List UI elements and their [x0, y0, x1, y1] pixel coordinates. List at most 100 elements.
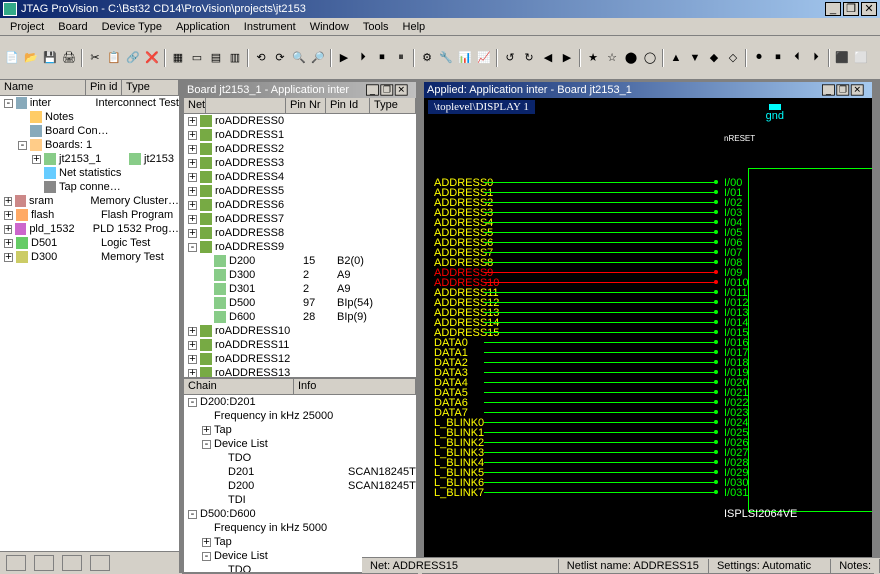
- tree-row[interactable]: D3012A9: [184, 282, 416, 296]
- toolbar-btn-8[interactable]: ❌: [143, 49, 161, 67]
- tree-row[interactable]: Tap conne…: [0, 180, 179, 194]
- expander-icon[interactable]: +: [188, 355, 197, 364]
- col-pinid[interactable]: Pin Id: [326, 98, 370, 113]
- toolbar-btn-35[interactable]: ★: [584, 49, 602, 67]
- tree-row[interactable]: +roADDRESS13: [184, 366, 416, 379]
- toolbar-btn-33[interactable]: ▶: [558, 49, 576, 67]
- menu-instrument[interactable]: Instrument: [238, 20, 302, 34]
- toolbar-btn-28[interactable]: 📈: [475, 49, 493, 67]
- toolbar-btn-1[interactable]: 📂: [22, 49, 40, 67]
- tree-row[interactable]: +roADDRESS1: [184, 128, 416, 142]
- tree-row[interactable]: -D500:D600: [184, 507, 416, 521]
- expander-icon[interactable]: +: [188, 327, 197, 336]
- toolbar-btn-17[interactable]: 🔍: [290, 49, 308, 67]
- expander-icon[interactable]: -: [188, 398, 197, 407]
- minimize-button[interactable]: _: [825, 2, 841, 16]
- col-name[interactable]: Name: [0, 80, 86, 95]
- expander-icon[interactable]: +: [188, 229, 197, 238]
- toolbar-btn-40[interactable]: ▲: [667, 49, 685, 67]
- toolbar-btn-50[interactable]: ⬛: [833, 49, 851, 67]
- toolbar-btn-25[interactable]: ⚙: [418, 49, 436, 67]
- toolbar-btn-20[interactable]: ▶: [335, 49, 353, 67]
- expander-icon[interactable]: +: [188, 131, 197, 140]
- tree-row[interactable]: +roADDRESS7: [184, 212, 416, 226]
- toolbar-btn-22[interactable]: ⏹: [373, 49, 391, 67]
- expander-icon[interactable]: -: [18, 141, 27, 150]
- menu-application[interactable]: Application: [170, 20, 236, 34]
- tree-row[interactable]: +roADDRESS12: [184, 352, 416, 366]
- expander-icon[interactable]: -: [188, 510, 197, 519]
- expander-icon[interactable]: +: [188, 145, 197, 154]
- tree-row[interactable]: +sramMemory Cluster…: [0, 194, 179, 208]
- toolbar-btn-31[interactable]: ↻: [520, 49, 538, 67]
- net-tree[interactable]: +roADDRESS0+roADDRESS1+roADDRESS2+roADDR…: [184, 114, 416, 379]
- tree-row[interactable]: D20015B2(0): [184, 254, 416, 268]
- tree-row[interactable]: -roADDRESS9: [184, 240, 416, 254]
- expander-icon[interactable]: -: [188, 243, 197, 252]
- tab-1[interactable]: [6, 555, 26, 571]
- toolbar-btn-5[interactable]: ✂: [86, 49, 104, 67]
- tree-row[interactable]: TDO: [184, 451, 416, 465]
- col-chain[interactable]: Chain: [184, 379, 294, 394]
- toolbar-btn-11[interactable]: ▭: [188, 49, 206, 67]
- tree-row[interactable]: +roADDRESS4: [184, 170, 416, 184]
- col-type[interactable]: Type: [370, 98, 416, 113]
- toolbar-btn-13[interactable]: ▥: [226, 49, 244, 67]
- tree-row[interactable]: +D300Memory Test: [0, 250, 179, 264]
- toolbar-btn-47[interactable]: ⏴: [788, 49, 806, 67]
- expander-icon[interactable]: +: [188, 369, 197, 378]
- expander-icon[interactable]: -: [202, 440, 211, 449]
- tree-row[interactable]: -Device List: [184, 437, 416, 451]
- toolbar-btn-26[interactable]: 🔧: [437, 49, 455, 67]
- schematic-title[interactable]: Applied: Application inter - Board jt215…: [424, 82, 872, 98]
- expander-icon[interactable]: +: [4, 225, 12, 234]
- tree-row[interactable]: -D200:D201: [184, 395, 416, 409]
- toolbar-btn-23[interactable]: ⏸: [392, 49, 410, 67]
- tree-row[interactable]: +roADDRESS11: [184, 338, 416, 352]
- menu-help[interactable]: Help: [397, 20, 432, 34]
- col-pinid[interactable]: Pin id: [86, 80, 122, 95]
- toolbar-btn-51[interactable]: ⬜: [852, 49, 870, 67]
- toolbar-btn-43[interactable]: ◇: [724, 49, 742, 67]
- expander-icon[interactable]: +: [202, 426, 211, 435]
- close-button[interactable]: ✕: [861, 2, 877, 16]
- schem-close[interactable]: ✕: [851, 84, 864, 95]
- tree-row[interactable]: +D501Logic Test: [0, 236, 179, 250]
- expander-icon[interactable]: +: [188, 215, 197, 224]
- tree-row[interactable]: -interInterconnect Test: [0, 96, 179, 110]
- tree-row[interactable]: D50097BIp(54): [184, 296, 416, 310]
- breadcrumb[interactable]: \toplevel\DISPLAY 1: [428, 100, 535, 114]
- schematic-canvas[interactable]: \toplevel\DISPLAY 1 gnd nRESET ADDRESS0A…: [424, 98, 872, 572]
- expander-icon[interactable]: +: [188, 187, 197, 196]
- menu-project[interactable]: Project: [4, 20, 50, 34]
- toolbar-btn-7[interactable]: 🔗: [124, 49, 142, 67]
- tree-row[interactable]: +roADDRESS5: [184, 184, 416, 198]
- toolbar-btn-10[interactable]: ▦: [169, 49, 187, 67]
- board-close[interactable]: ✕: [395, 84, 408, 95]
- tree-row[interactable]: +roADDRESS0: [184, 114, 416, 128]
- tree-row[interactable]: D3002A9: [184, 268, 416, 282]
- expander-icon[interactable]: +: [4, 253, 13, 262]
- tree-row[interactable]: +flashFlash Program: [0, 208, 179, 222]
- toolbar-btn-3[interactable]: 🖨: [60, 49, 78, 67]
- toolbar-btn-46[interactable]: ⏹: [769, 49, 787, 67]
- toolbar-btn-16[interactable]: ⟳: [271, 49, 289, 67]
- toolbar-btn-48[interactable]: ⏵: [807, 49, 825, 67]
- schem-min[interactable]: _: [822, 84, 835, 95]
- expander-icon[interactable]: +: [4, 211, 13, 220]
- col-net[interactable]: Net: [184, 98, 206, 113]
- toolbar-btn-18[interactable]: 🔎: [309, 49, 327, 67]
- menu-board[interactable]: Board: [52, 20, 93, 34]
- project-tree[interactable]: -interInterconnect TestNotesBoard Con…-B…: [0, 96, 179, 551]
- tree-row[interactable]: +roADDRESS10: [184, 324, 416, 338]
- tree-row[interactable]: D60028BIp(9): [184, 310, 416, 324]
- tree-row[interactable]: -Boards: 1: [0, 138, 179, 152]
- menu-device-type[interactable]: Device Type: [96, 20, 168, 34]
- schem-max[interactable]: ❐: [836, 84, 849, 95]
- expander-icon[interactable]: +: [188, 201, 197, 210]
- tree-row[interactable]: +jt2153_1jt2153: [0, 152, 179, 166]
- col-pinnr[interactable]: Pin Nr: [286, 98, 326, 113]
- toolbar-btn-38[interactable]: ◯: [641, 49, 659, 67]
- menu-window[interactable]: Window: [304, 20, 355, 34]
- toolbar-btn-21[interactable]: ⏵: [354, 49, 372, 67]
